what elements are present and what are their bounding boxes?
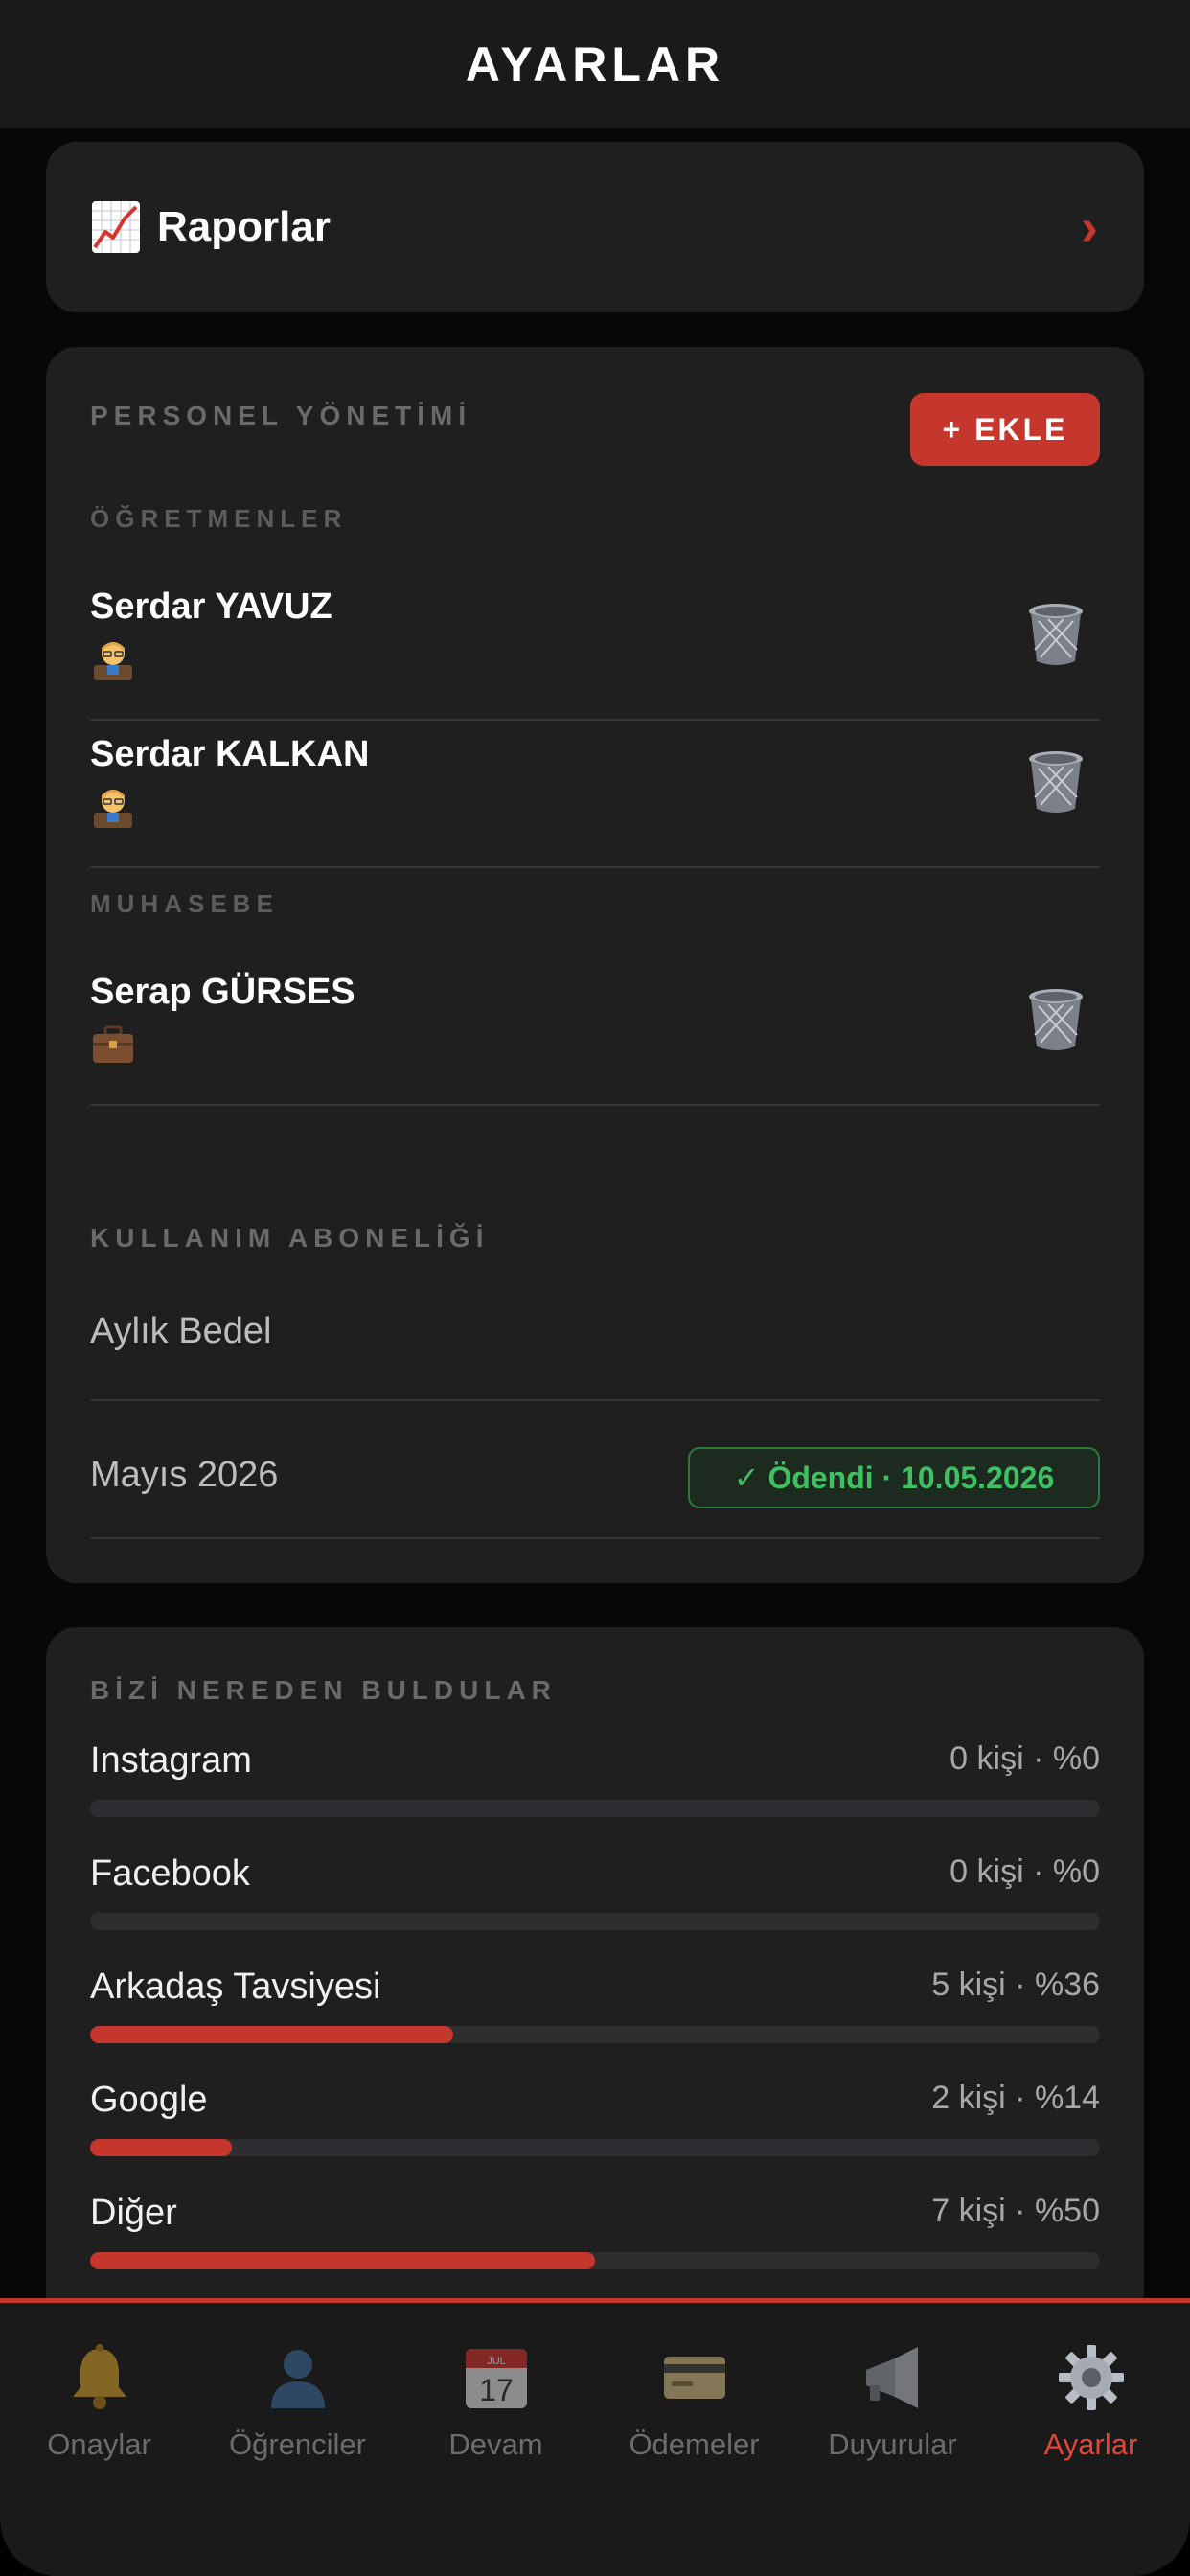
source-bar-track — [90, 2139, 1100, 2156]
source-bar-fill — [90, 2252, 595, 2269]
accounting-title: MUHASEBE — [90, 889, 279, 918]
chart-up-icon — [92, 201, 140, 253]
add-staff-button[interactable]: + EKLE — [910, 393, 1100, 466]
tab-label: Devam — [448, 2427, 543, 2461]
settings-scroll-area[interactable]: Raporlar › PERSONEL YÖNETİMİ + EKLE ÖĞRE… — [0, 130, 1190, 2298]
staff-row[interactable]: Serdar YAVUZ — [90, 573, 1100, 721]
source-name: Google — [90, 2080, 208, 2120]
reports-label: Raporlar — [157, 203, 331, 250]
teacher-icon — [94, 790, 132, 828]
bottom-tab-bar: Onaylar Öğrenciler JUL 17 Devam Ödemeler — [0, 2298, 1190, 2576]
teacher-icon — [94, 642, 132, 680]
source-row: Diğer 7 kişi · %50 — [90, 2193, 1100, 2288]
source-name: Arkadaş Tavsiyesi — [90, 1966, 381, 2007]
divider — [90, 1537, 1100, 1539]
gear-icon — [1058, 2345, 1124, 2410]
briefcase-icon — [93, 1025, 133, 1063]
source-value: 0 kişi · %0 — [950, 1740, 1100, 1777]
source-row: Google 2 kişi · %14 — [90, 2080, 1100, 2175]
tab-devam[interactable]: JUL 17 Devam — [397, 2341, 595, 2485]
source-bar-fill — [90, 2139, 232, 2156]
calendar-icon: JUL 17 — [465, 2349, 527, 2408]
source-value: 7 kişi · %50 — [931, 2193, 1100, 2229]
source-row: Instagram 0 kişi · %0 — [90, 1740, 1100, 1836]
tab-label: Öğrenciler — [229, 2427, 366, 2461]
subscription-card: KULLANIM ABONELİĞİ Aylık Bedel Mayıs 202… — [46, 1173, 1144, 1583]
staff-section-title: PERSONEL YÖNETİMİ — [90, 401, 472, 430]
monthly-fee-label: Aylık Bedel — [90, 1311, 272, 1351]
tab-ogrenciler[interactable]: Öğrenciler — [198, 2341, 397, 2485]
tab-odemeler[interactable]: Ödemeler — [595, 2341, 793, 2485]
calendar-month: JUL — [487, 2356, 506, 2367]
reports-card[interactable]: Raporlar › — [46, 142, 1144, 312]
staff-name: Serdar KALKAN — [90, 734, 370, 774]
tab-label: Duyurular — [828, 2427, 957, 2461]
tab-label: Ayarlar — [1043, 2427, 1138, 2461]
source-value: 5 kişi · %36 — [931, 1966, 1100, 2003]
source-value: 2 kişi · %14 — [931, 2080, 1100, 2116]
page-title: AYARLAR — [465, 37, 725, 91]
top-header: AYARLAR — [0, 0, 1190, 130]
staff-row[interactable]: Serap GÜRSES — [90, 958, 1100, 1106]
megaphone-icon — [865, 2347, 918, 2408]
tab-label: Ödemeler — [629, 2427, 760, 2461]
person-icon — [270, 2350, 325, 2408]
trash-icon[interactable] — [1027, 749, 1085, 815]
divider — [90, 1399, 1100, 1401]
credit-card-icon — [663, 2357, 725, 2399]
subscription-section-title: KULLANIM ABONELİĞİ — [90, 1223, 490, 1253]
calendar-day: 17 — [479, 2373, 514, 2407]
source-name: Diğer — [90, 2193, 177, 2233]
source-bar-track — [90, 2252, 1100, 2269]
tab-label: Onaylar — [47, 2427, 151, 2461]
referral-sources-card: BİZİ NEREDEN BULDULAR Instagram 0 kişi ·… — [46, 1627, 1144, 2298]
sources-section-title: BİZİ NEREDEN BULDULAR — [90, 1675, 557, 1705]
subscription-month-label: Mayıs 2026 — [90, 1455, 279, 1495]
source-name: Instagram — [90, 1740, 252, 1781]
staff-name: Serap GÜRSES — [90, 972, 355, 1012]
source-value: 0 kişi · %0 — [950, 1853, 1100, 1890]
source-bar-track — [90, 2026, 1100, 2043]
teachers-title: ÖĞRETMENLER — [90, 504, 348, 533]
source-row: Arkadaş Tavsiyesi 5 kişi · %36 — [90, 1966, 1100, 2062]
tab-onaylar[interactable]: Onaylar — [0, 2341, 198, 2485]
bell-icon — [72, 2344, 126, 2409]
staff-row[interactable]: Serdar KALKAN — [90, 721, 1100, 868]
source-bar-fill — [90, 2026, 454, 2043]
chevron-right-icon: › — [1081, 198, 1098, 256]
tab-duyurular[interactable]: Duyurular — [793, 2341, 992, 2485]
source-bar-track — [90, 1913, 1100, 1930]
trash-icon[interactable] — [1027, 602, 1085, 667]
trash-icon[interactable] — [1027, 987, 1085, 1052]
staff-name: Serdar YAVUZ — [90, 586, 332, 627]
tab-ayarlar[interactable]: Ayarlar — [992, 2341, 1190, 2485]
source-name: Facebook — [90, 1853, 250, 1894]
source-row: Facebook 0 kişi · %0 — [90, 1853, 1100, 1949]
paid-status-badge: ✓ Ödendi · 10.05.2026 — [688, 1447, 1100, 1508]
staff-management-card: PERSONEL YÖNETİMİ + EKLE ÖĞRETMENLER Ser… — [46, 347, 1144, 1263]
source-bar-track — [90, 1800, 1100, 1817]
